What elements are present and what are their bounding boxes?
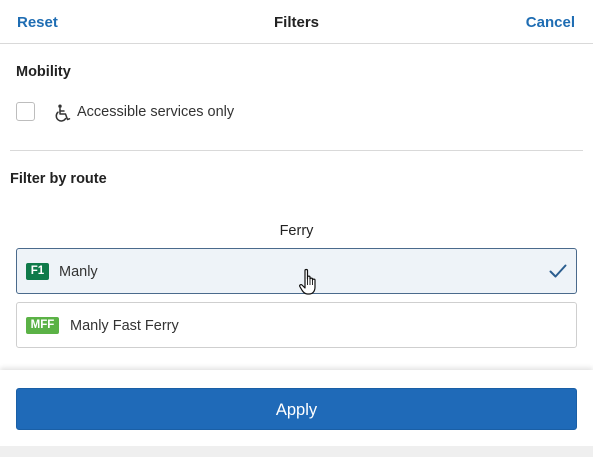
route-badge-mff: MFF: [26, 317, 59, 334]
filters-header: Reset Filters Cancel: [0, 0, 593, 44]
route-badge-f1: F1: [26, 263, 49, 280]
route-option-manly[interactable]: F1 Manly: [16, 248, 577, 294]
filter-by-route-title: Filter by route: [10, 171, 107, 187]
cancel-button[interactable]: Cancel: [526, 14, 575, 31]
checkmark-icon: [549, 264, 567, 278]
footer-bar: Apply: [0, 370, 593, 446]
accessible-services-checkbox[interactable]: [16, 102, 35, 121]
bottom-strip: [0, 446, 593, 457]
route-option-manly-fast-ferry[interactable]: MFF Manly Fast Ferry: [16, 302, 577, 348]
route-name: Manly: [59, 264, 98, 280]
apply-button[interactable]: Apply: [16, 388, 577, 430]
route-name: Manly Fast Ferry: [70, 318, 179, 334]
page-title: Filters: [273, 14, 319, 31]
wheelchair-icon: [55, 104, 71, 122]
accessible-services-label[interactable]: Accessible services only: [77, 104, 234, 120]
section-divider: [10, 150, 583, 151]
ferry-mode-heading: Ferry: [279, 223, 314, 239]
mobility-section-title: Mobility: [16, 64, 71, 80]
